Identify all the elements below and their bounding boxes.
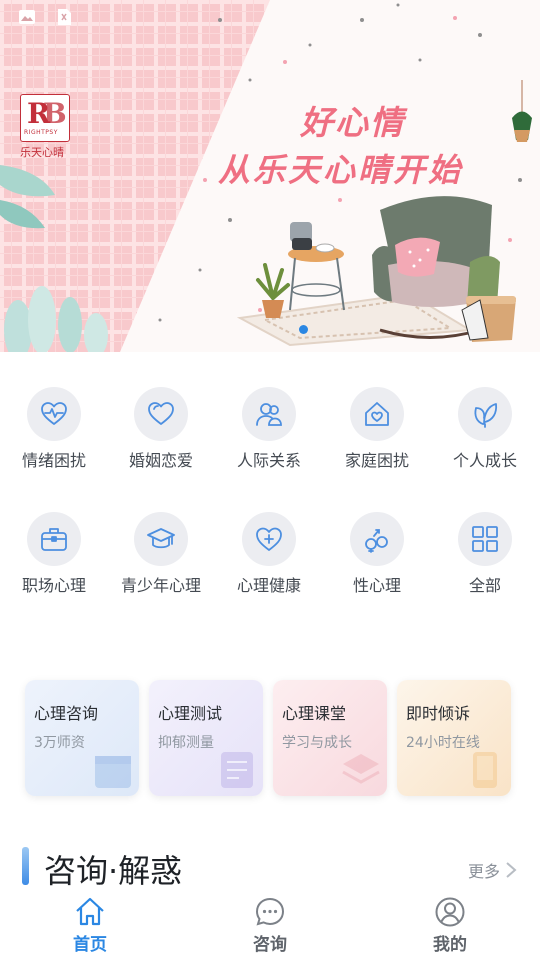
banner-slogan-line1: 好心情 (300, 103, 405, 142)
category-label: 职场心理 (21, 576, 86, 595)
category-icon-bg (134, 512, 188, 566)
carousel-indicator[interactable] (299, 325, 308, 334)
leaf-icon (474, 403, 498, 428)
section-title: 咨询·解惑 (44, 852, 183, 890)
card-subtitle: 24小时在线 (406, 735, 480, 751)
card-psych-class[interactable]: 心理课堂 学习与成长 (273, 680, 387, 796)
gender-icon (365, 529, 388, 553)
category-icon-bg (27, 387, 81, 441)
category-all[interactable]: 全部 (431, 512, 539, 622)
brand-logo: R B RIGHTPSY 乐天心晴 (20, 94, 70, 160)
logo-mark-icon: R B RIGHTPSY (20, 94, 70, 142)
card-counseling[interactable]: 心理咨询 3万师资 (25, 680, 139, 796)
category-label: 个人成长 (452, 451, 517, 470)
banner-slogan-line2: 从乐天心晴开始 (218, 151, 464, 189)
brand-name: 乐天心晴 (20, 146, 64, 159)
category-icon-bg (350, 512, 404, 566)
chevron-right-icon[interactable] (504, 860, 518, 880)
more-link[interactable]: 更多 (468, 858, 500, 882)
category-label: 婚姻恋爱 (128, 451, 193, 470)
category-label: 青少年心理 (120, 576, 201, 595)
category-emotional-distress[interactable]: 情绪困扰 (0, 387, 108, 497)
category-sexual-psychology[interactable]: 性心理 (323, 512, 431, 622)
document-icon (221, 752, 253, 788)
app-home-page: R B RIGHTPSY 乐天心晴 好心情 从乐天心晴开始 情绪困扰 婚姻恋爱 … (0, 0, 540, 960)
home-heart-icon (365, 402, 389, 426)
category-mental-health[interactable]: 心理健康 (215, 512, 323, 622)
category-icon-bg (458, 387, 512, 441)
tab-mine[interactable]: 我的 (390, 892, 510, 960)
status-bar (0, 0, 540, 36)
heart-plus-icon (256, 527, 282, 551)
graduation-cap-icon (147, 528, 175, 549)
grid-icon (472, 526, 498, 552)
image-notification-icon (19, 10, 35, 24)
category-relationships[interactable]: 人际关系 (215, 387, 323, 497)
svg-text:B: B (43, 97, 67, 129)
people-icon (256, 403, 282, 426)
category-icon-bg (350, 387, 404, 441)
category-icon-bg (242, 387, 296, 441)
category-icon-bg (242, 512, 296, 566)
card-subtitle: 3万师资 (34, 735, 85, 751)
card-instant-talk[interactable]: 即时倾诉 24小时在线 (397, 680, 511, 796)
bottom-tab-bar: 首页 咨询 我的 (0, 892, 540, 960)
chat-icon (255, 897, 285, 926)
calendar-icon (95, 756, 131, 788)
category-marriage-love[interactable]: 婚姻恋爱 (107, 387, 215, 497)
heart-icon (148, 402, 174, 425)
tab-home[interactable]: 首页 (30, 892, 150, 960)
tab-label: 咨询 (253, 935, 287, 955)
category-youth[interactable]: 青少年心理 (107, 512, 215, 622)
category-personal-growth[interactable]: 个人成长 (431, 387, 539, 497)
layers-icon (342, 754, 380, 784)
category-family[interactable]: 家庭困扰 (323, 387, 431, 497)
category-workplace[interactable]: 职场心理 (0, 512, 108, 622)
user-icon (435, 897, 465, 927)
heartbeat-icon (41, 402, 67, 425)
card-subtitle: 抑郁测量 (158, 735, 214, 751)
category-label: 人际关系 (236, 451, 301, 470)
card-subtitle: 学习与成长 (282, 735, 352, 751)
home-icon (76, 897, 104, 926)
card-title: 心理咨询 (34, 704, 99, 723)
brand-subtitle: RIGHTPSY (24, 129, 58, 136)
card-title: 心理课堂 (282, 704, 347, 723)
briefcase-icon (41, 528, 67, 551)
category-label: 全部 (468, 576, 501, 595)
file-notification-icon (58, 9, 71, 25)
phone-icon (473, 752, 497, 788)
card-title: 心理测试 (158, 704, 223, 723)
section-accent-bar (22, 847, 29, 885)
tab-consult[interactable]: 咨询 (210, 892, 330, 960)
card-psych-test[interactable]: 心理测试 抑郁测量 (149, 680, 263, 796)
category-label: 家庭困扰 (344, 451, 409, 470)
category-icon-bg (458, 512, 512, 566)
tab-label: 首页 (73, 935, 107, 955)
tab-label: 我的 (433, 935, 467, 955)
category-label: 心理健康 (236, 576, 301, 595)
category-label: 情绪困扰 (21, 451, 86, 470)
card-title: 即时倾诉 (406, 704, 471, 723)
category-icon-bg (27, 512, 81, 566)
category-icon-bg (134, 387, 188, 441)
banner-carousel[interactable]: R B RIGHTPSY 乐天心晴 好心情 从乐天心晴开始 (0, 0, 540, 352)
category-label: 性心理 (352, 576, 401, 595)
